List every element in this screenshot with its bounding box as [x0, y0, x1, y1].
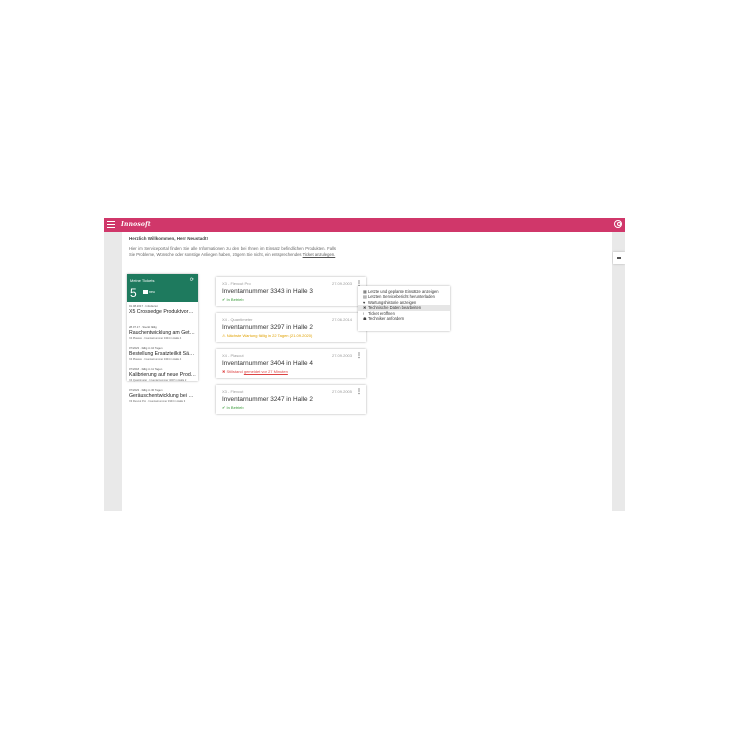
- check-icon: ✔: [222, 297, 226, 302]
- machine-card[interactable]: X4 - Plascut 27.09.2003 ⋮ Inventarnummer…: [216, 349, 366, 378]
- ticket-meta: 28.07.17 · Steckt fällig: [129, 324, 157, 329]
- ticket-title: Bestellung Ersatzteilkit Sägeblatt: [129, 350, 196, 357]
- ticket-subtitle: X4 Plassce · Inventarnummer 3404 in Hall…: [129, 357, 182, 361]
- machine-date: 27.09.2003: [331, 353, 352, 358]
- my-tickets-panel: Meine Tickets ⟳ 5 neu 01.08.2017 · Infod…: [127, 274, 198, 403]
- machine-name: Inventarnummer 3247 in Halle 2: [222, 396, 313, 403]
- ticket-item[interactable]: 01.08.2017 · Infodienst X5 Crossedge Pro…: [127, 302, 198, 323]
- main-content: Herzlich Willkommen, Herr Neustadt! Hier…: [122, 232, 612, 511]
- machine-type: X4 - Quantimeter: [222, 317, 253, 322]
- ticket-item[interactable]: 07/2023 · fällig in 10 Tagen Bestellung …: [127, 344, 198, 365]
- ticket-meta: 01.08.2017 · Infodienst: [129, 303, 158, 308]
- side-panel-toggle[interactable]: [613, 252, 625, 264]
- ticket-subtitle: X4 Plassce · Inventarnummer 3404 in Hall…: [129, 336, 182, 340]
- ticket-subtitle: X3 Flexcut Pro · Inventarnummer 3343 in …: [129, 399, 186, 403]
- hamburger-menu-icon[interactable]: [107, 221, 115, 228]
- tickets-title: Meine Tickets: [130, 278, 155, 283]
- new-icon: [143, 290, 148, 295]
- machine-card[interactable]: X3 - Flexcut Pro 27.09.2003 ⋮ Inventarnu…: [216, 277, 366, 306]
- machine-status: ⚠ Nächste Wartung fällig in 22 Tagen (21…: [222, 333, 313, 338]
- ticket-title: Kalibrierung auf neue Produktgröße: [129, 371, 196, 378]
- welcome-heading: Herzlich Willkommen, Herr Neustadt!: [129, 236, 208, 241]
- machine-card[interactable]: X3 - Flexcut 27.09.2005 ⋮ Inventarnummer…: [216, 385, 366, 414]
- ticket-title: Geräuschentwicklung bei der Produktion: [129, 392, 196, 399]
- ticket-meta: 07/2023 · fällig in 30 Tagen: [129, 387, 163, 392]
- top-bar: Innosoft: [104, 218, 625, 232]
- ticket-title: X5 Crossedge Produktvorstellung: [129, 308, 196, 315]
- machine-date: 27.06.2014: [331, 317, 352, 322]
- check-icon: ✔: [222, 405, 226, 410]
- ticket-item[interactable]: 07/2023 · fällig in 30 Tagen Geräuschent…: [127, 386, 198, 407]
- intro-text: Hier im Serviceportal finden Sie alle In…: [129, 246, 336, 258]
- ticket-meta: 07/2018 · fällig in 11 Tagen: [129, 366, 163, 371]
- user-account-icon[interactable]: [614, 220, 622, 228]
- tickets-count: 5: [130, 286, 137, 300]
- machine-name: Inventarnummer 3343 in Halle 3: [222, 288, 313, 295]
- machine-context-menu: ▦Letzte und geplante Einsätze anzeigen ▤…: [358, 286, 450, 331]
- menu-item-request-technician[interactable]: ☗Techniker anfordern: [358, 316, 450, 321]
- ticket-item[interactable]: 28.07.17 · Steckt fällig Rauchentwicklun…: [127, 323, 198, 344]
- machine-status: ✔ In Betrieb: [222, 405, 244, 410]
- more-vert-icon[interactable]: ⋮: [356, 388, 362, 395]
- machine-date: 27.09.2005: [331, 389, 352, 394]
- ticket-title: Rauchentwicklung am Getriebe: [129, 329, 196, 336]
- new-tickets-badge: neu: [143, 290, 155, 295]
- app-window: Innosoft Herzlich Willkommen, Herr Neust…: [104, 218, 625, 511]
- machine-date: 27.09.2003: [331, 281, 352, 286]
- cross-icon: ✖: [222, 369, 226, 374]
- left-gutter: [104, 232, 122, 511]
- ticket-subtitle: X4 Quantimeter · Inventarnummer 3297 in …: [129, 378, 187, 382]
- refresh-icon[interactable]: ⟳: [190, 277, 194, 283]
- panel-icon: [617, 257, 621, 259]
- machine-type: X4 - Plascut: [222, 353, 244, 358]
- ticket-item[interactable]: 07/2018 · fällig in 11 Tagen Kalibrierun…: [127, 365, 198, 386]
- more-vert-icon[interactable]: ⋮: [356, 352, 362, 359]
- machine-type: X3 - Flexcut Pro: [222, 281, 251, 286]
- tickets-header: Meine Tickets ⟳ 5 neu: [127, 274, 198, 302]
- machine-card[interactable]: X4 - Quantimeter 27.06.2014 Inventarnumm…: [216, 313, 366, 342]
- status-detail-link[interactable]: gemeldet vor 27 Minuten: [244, 369, 288, 374]
- machine-name: Inventarnummer 3404 in Halle 4: [222, 360, 313, 367]
- warning-icon: ⚠: [222, 333, 226, 338]
- ticket-meta: 07/2023 · fällig in 10 Tagen: [129, 345, 163, 350]
- create-ticket-link[interactable]: Ticket anzulegen.: [303, 252, 336, 257]
- app-logo: Innosoft: [121, 221, 151, 228]
- machine-status: ✖ Stillstand gemeldet vor 27 Minuten: [222, 369, 288, 374]
- machine-status: ✔ In Betrieb: [222, 297, 244, 302]
- machine-type: X3 - Flexcut: [222, 389, 244, 394]
- machine-name: Inventarnummer 3297 in Halle 2: [222, 324, 313, 331]
